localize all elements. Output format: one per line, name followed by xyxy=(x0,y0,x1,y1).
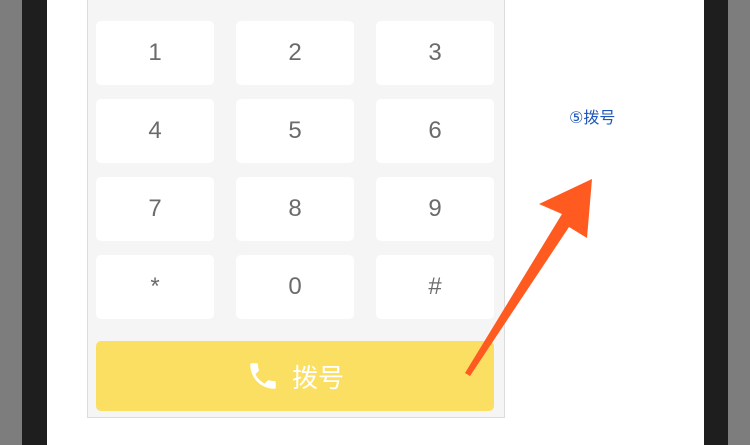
key-3[interactable]: 3 xyxy=(376,21,494,85)
dial-button[interactable]: 拨号 xyxy=(96,341,494,411)
key-8[interactable]: 8 xyxy=(236,177,354,241)
key-1[interactable]: 1 xyxy=(96,21,214,85)
phone-icon xyxy=(246,359,280,393)
dial-button-label: 拨号 xyxy=(291,362,344,393)
key-2[interactable]: 2 xyxy=(236,21,354,85)
annotation-label: ⑤拨号 xyxy=(569,110,616,127)
key-0[interactable]: 0 xyxy=(236,255,354,319)
key-6[interactable]: 6 xyxy=(376,99,494,163)
key-star[interactable]: * xyxy=(96,255,214,319)
key-5[interactable]: 5 xyxy=(236,99,354,163)
dialpad-panel: 1 2 3 4 5 6 7 8 9 * 0 # 拨号 xyxy=(87,0,505,418)
key-4[interactable]: 4 xyxy=(96,99,214,163)
key-7[interactable]: 7 xyxy=(96,177,214,241)
key-hash[interactable]: # xyxy=(376,255,494,319)
key-9[interactable]: 9 xyxy=(376,177,494,241)
